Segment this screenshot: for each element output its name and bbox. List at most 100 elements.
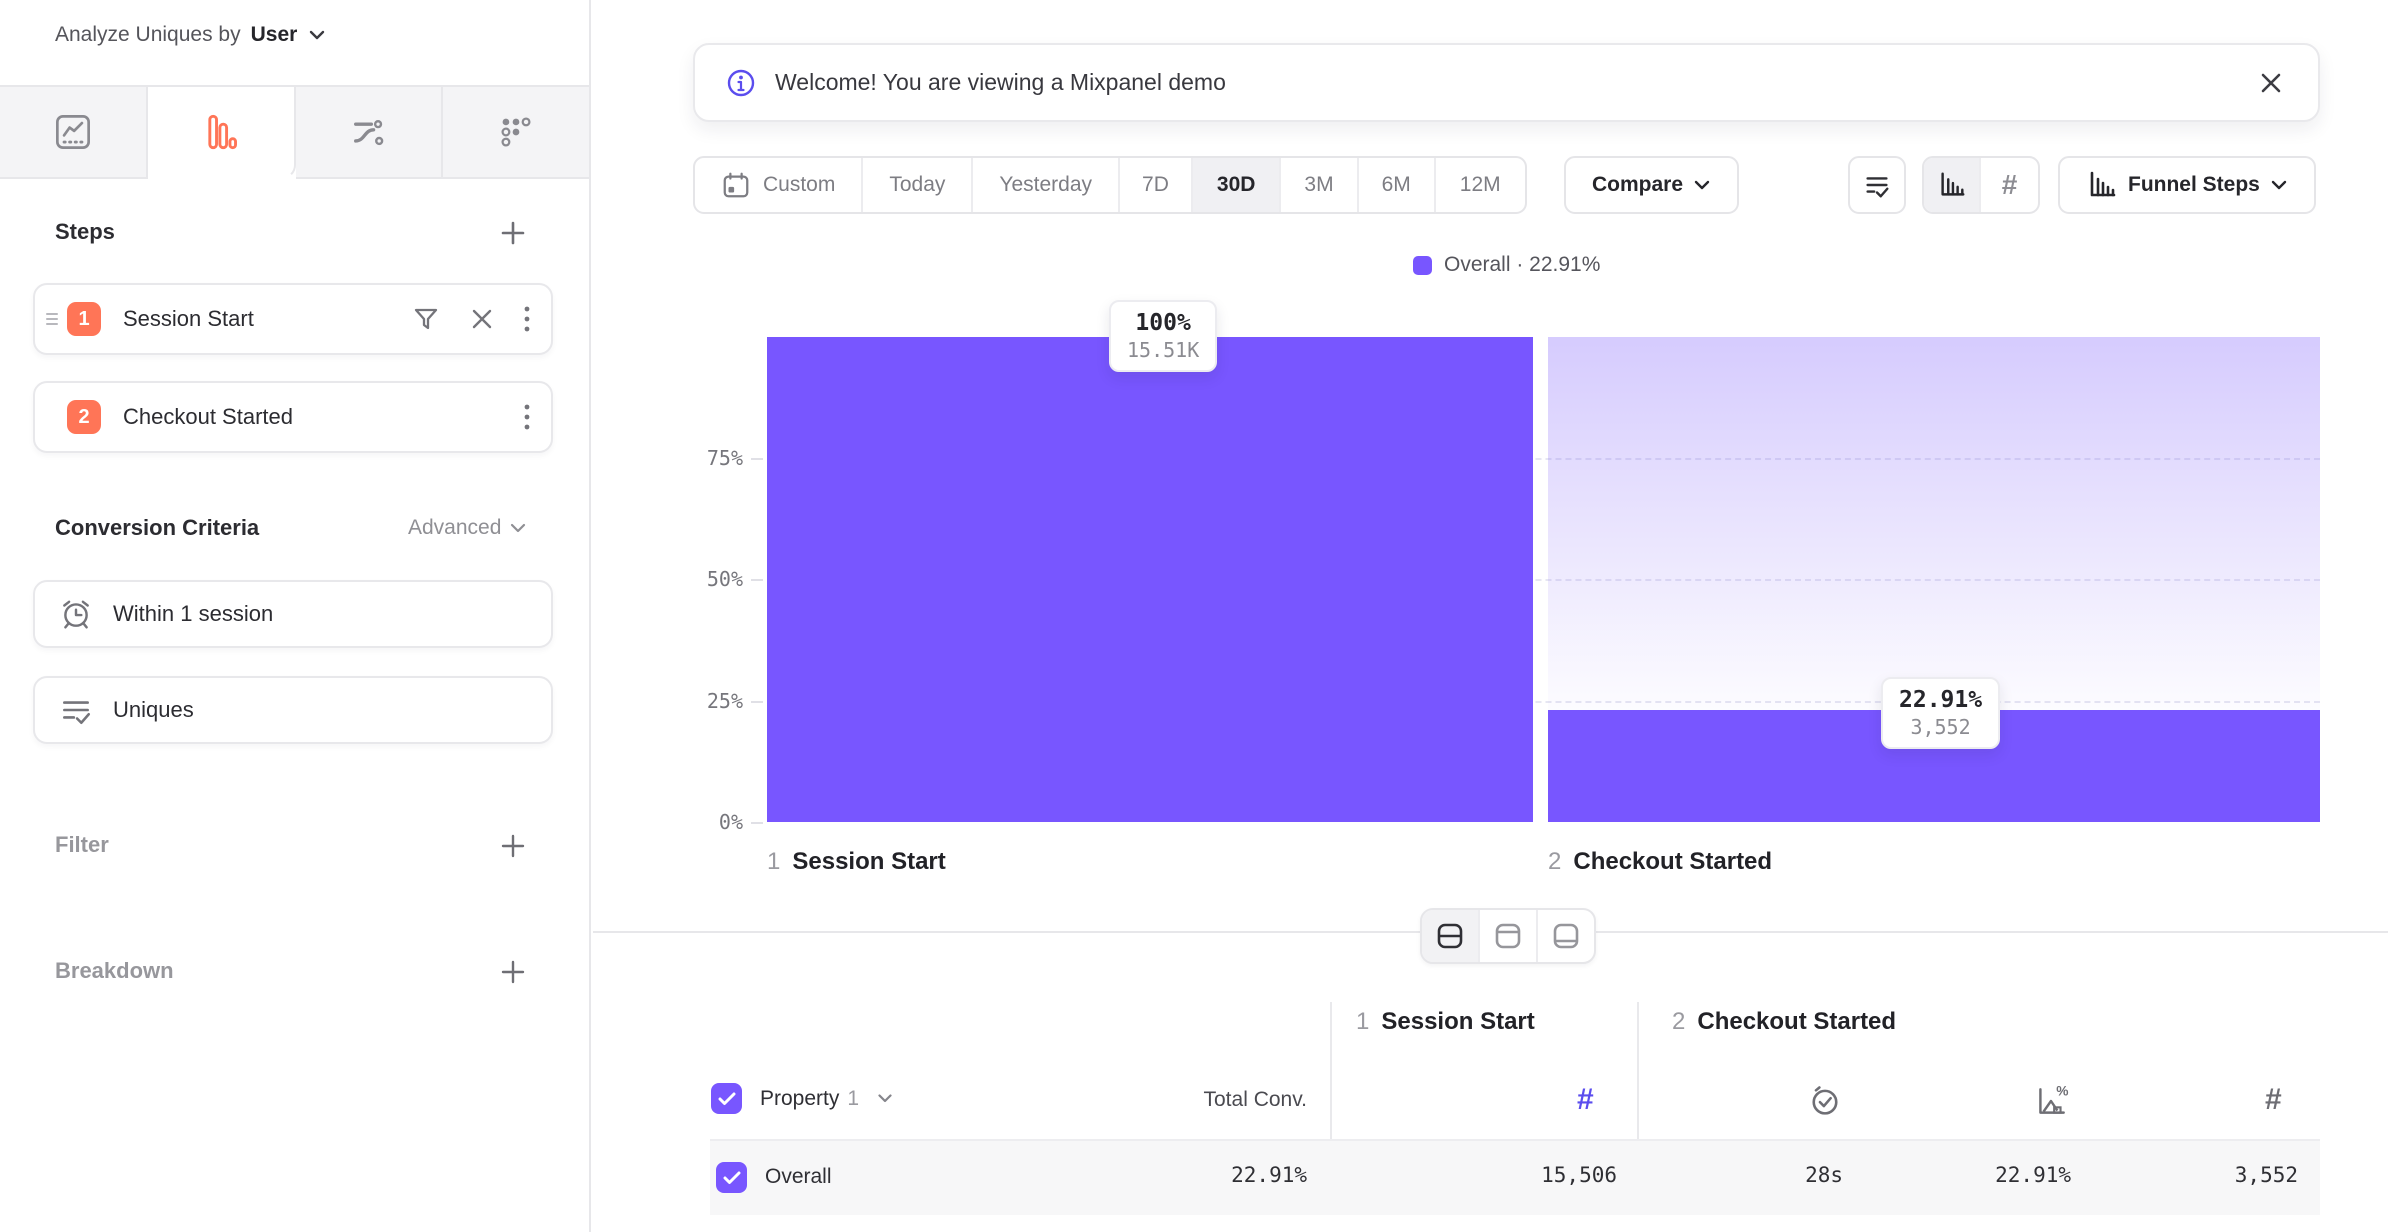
percent-bars-toggle[interactable]: [1924, 158, 1981, 212]
date-range-label: Today: [889, 173, 945, 197]
calendar-icon: [721, 170, 751, 200]
criteria-label: Uniques: [113, 697, 194, 723]
legend-swatch: [1413, 256, 1432, 275]
hash-icon: #: [2002, 169, 2018, 201]
banner-message: Welcome! You are viewing a Mixpanel demo: [775, 69, 1226, 96]
session-start-count: 15,506: [1417, 1163, 1617, 1187]
flows-icon: [349, 113, 387, 151]
date-range-7d[interactable]: 7D: [1120, 158, 1193, 212]
count-metric-icon[interactable]: #: [1577, 1083, 1594, 1117]
panel-layout-toggle: [1420, 908, 1596, 964]
funnel-steps-dropdown[interactable]: Funnel Steps: [2058, 156, 2316, 214]
criteria-card-counting[interactable]: Uniques: [33, 676, 553, 744]
layout-chart-button[interactable]: [1480, 910, 1538, 962]
group-name: Checkout Started: [1697, 1008, 1896, 1036]
chevron-down-icon[interactable]: [877, 1093, 893, 1104]
filter-heading: Filter: [55, 832, 109, 858]
group-index: 1: [1356, 1008, 1369, 1036]
add-breakdown-button[interactable]: [497, 956, 529, 988]
tooltip-count: 15.51K: [1127, 338, 1199, 362]
criteria-label: Within 1 session: [113, 601, 273, 627]
x-axis-step-label: 1 Session Start: [767, 848, 946, 876]
step-name: Checkout Started: [1573, 848, 1772, 876]
group-index: 2: [1672, 1008, 1685, 1036]
funnel-chart: [767, 337, 2320, 822]
y-axis-tick: 0%: [633, 810, 743, 834]
tooltip-count: 3,552: [1899, 715, 1982, 739]
date-range-custom[interactable]: Custom: [695, 158, 863, 212]
remove-step-icon[interactable]: [469, 306, 495, 332]
add-step-button[interactable]: [497, 217, 529, 249]
step-index: 2: [1548, 848, 1561, 876]
property-label[interactable]: Property: [760, 1087, 839, 1111]
row-checkbox[interactable]: [716, 1162, 747, 1193]
uniques-metric-button[interactable]: [1848, 156, 1906, 214]
date-range-yesterday[interactable]: Yesterday: [973, 158, 1120, 212]
drag-handle-icon[interactable]: [45, 310, 59, 328]
step-card-checkout-started[interactable]: 2 Checkout Started: [33, 381, 553, 453]
analyze-label: Analyze Uniques by: [55, 23, 241, 47]
advanced-dropdown[interactable]: Advanced: [408, 516, 538, 540]
step-card-session-start[interactable]: 1 Session Start: [33, 283, 553, 355]
date-range-6m[interactable]: 6M: [1359, 158, 1436, 212]
chevron-down-icon[interactable]: [307, 28, 327, 42]
criteria-card-window[interactable]: Within 1 session: [33, 580, 553, 648]
close-icon[interactable]: [2258, 70, 2284, 96]
kebab-menu-icon[interactable]: [523, 402, 531, 432]
date-range-label: 30D: [1217, 173, 1256, 197]
list-check-icon: [59, 693, 93, 727]
conv-rate-metric-icon[interactable]: %: [2033, 1083, 2069, 1119]
date-range-label: Yesterday: [999, 173, 1092, 197]
tooltip-percent: 100%: [1127, 310, 1199, 336]
bar-chart-axis-icon: [1937, 170, 1967, 200]
bar-value-tooltip: 100% 15.51K: [1109, 300, 1217, 372]
tab-retention[interactable]: [443, 85, 589, 179]
date-range-label: 12M: [1460, 173, 1501, 197]
legend-text: Overall · 22.91%: [1444, 253, 1600, 277]
alarm-clock-icon: [59, 597, 93, 631]
analyze-value-dropdown[interactable]: User: [251, 23, 298, 47]
property-selector: Property 1: [711, 1083, 893, 1114]
table-group-checkout-started: 2 Checkout Started: [1672, 1008, 1896, 1036]
grid-dots-icon: [497, 113, 535, 151]
date-range-label: 6M: [1382, 173, 1411, 197]
tab-insights[interactable]: [0, 85, 148, 179]
kebab-menu-icon[interactable]: [523, 304, 531, 334]
tab-flows[interactable]: [296, 85, 444, 179]
total-conv-header[interactable]: Total Conv.: [1107, 1088, 1307, 1112]
value-display-toggle: #: [1922, 156, 2040, 214]
chart-legend[interactable]: Overall · 22.91%: [1413, 253, 1600, 277]
date-range-today[interactable]: Today: [863, 158, 973, 212]
step-label[interactable]: Checkout Started: [123, 404, 523, 430]
date-range-12m[interactable]: 12M: [1436, 158, 1525, 212]
compare-button[interactable]: Compare: [1564, 156, 1739, 214]
tab-funnels[interactable]: [148, 85, 296, 179]
list-check-icon: [1862, 170, 1892, 200]
count-metric-icon[interactable]: #: [2265, 1083, 2282, 1117]
row-label: Overall: [765, 1165, 832, 1189]
date-range-30d[interactable]: 30D: [1193, 158, 1282, 212]
date-range-3m[interactable]: 3M: [1281, 158, 1358, 212]
filter-funnel-icon[interactable]: [411, 304, 441, 334]
step-name: Session Start: [792, 848, 945, 876]
funnel-dropoff-checkout-started[interactable]: [1548, 337, 2320, 710]
table-group-session-start: 1 Session Start: [1356, 1008, 1535, 1036]
funnel-bar-session-start[interactable]: [767, 337, 1533, 822]
svg-text:%: %: [2056, 1084, 2068, 1099]
advanced-label: Advanced: [408, 516, 501, 540]
property-index: 1: [847, 1087, 859, 1111]
avg-time-metric-icon[interactable]: [1807, 1083, 1843, 1119]
view-dropdown-label: Funnel Steps: [2128, 173, 2260, 197]
add-filter-button[interactable]: [497, 830, 529, 862]
conversion-criteria-heading: Conversion Criteria: [55, 515, 259, 541]
y-axis-tick: 50%: [633, 567, 743, 591]
main-content: Welcome! You are viewing a Mixpanel demo…: [593, 0, 2388, 1232]
step-index: 1: [767, 848, 780, 876]
layout-table-button[interactable]: [1538, 910, 1594, 962]
bar-value-tooltip: 22.91% 3,552: [1881, 677, 2000, 749]
select-all-checkbox[interactable]: [711, 1083, 742, 1114]
absolute-numbers-toggle[interactable]: #: [1981, 158, 2038, 212]
step-label[interactable]: Session Start: [123, 306, 411, 332]
checkout-avg-time: 28s: [1643, 1163, 1843, 1187]
layout-split-button[interactable]: [1422, 910, 1480, 962]
